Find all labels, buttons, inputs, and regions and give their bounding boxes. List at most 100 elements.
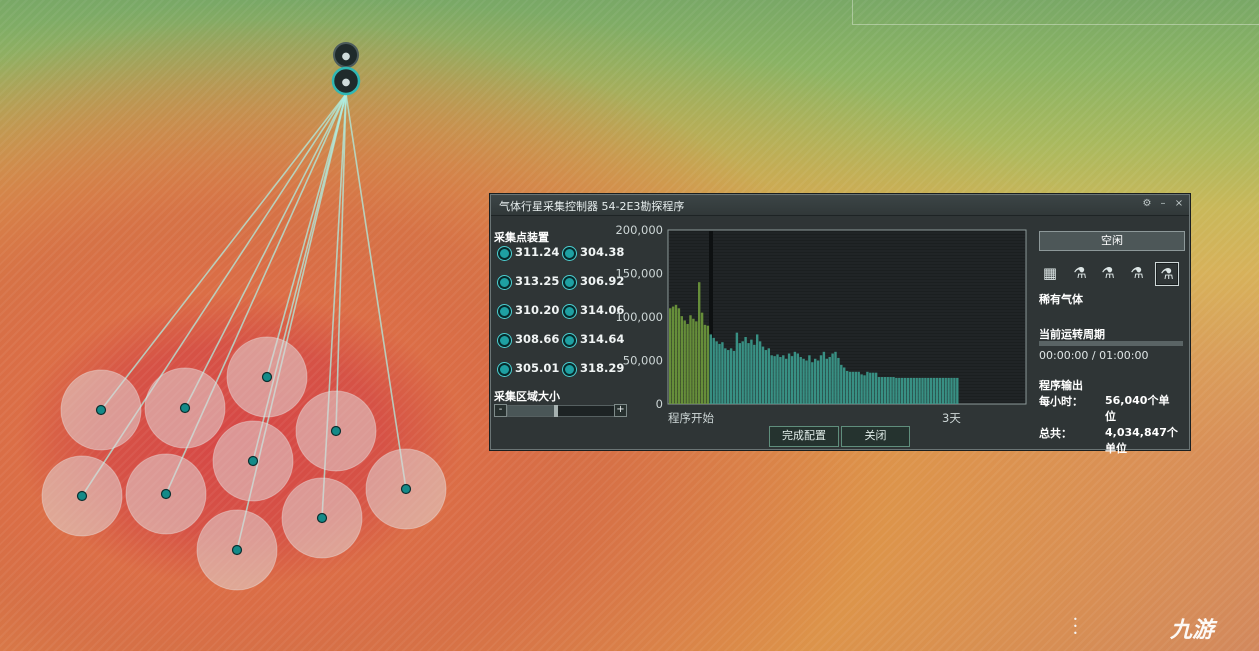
chart-bar — [793, 351, 797, 404]
chart-bar — [729, 348, 733, 404]
chart-bar — [909, 377, 913, 404]
y-tick-label: 100,000 — [615, 310, 663, 324]
chart-bar — [816, 360, 820, 404]
map-probe[interactable] — [60, 369, 142, 451]
probe-head-icon[interactable] — [330, 425, 342, 437]
chart-bar — [947, 377, 950, 404]
probe-head-icon[interactable] — [231, 544, 243, 556]
probe-head-icon[interactable] — [160, 488, 172, 500]
probe-head-icon[interactable] — [316, 512, 328, 524]
total-value: 4,034,847个单位 — [1105, 426, 1178, 455]
chart-bar — [898, 377, 901, 404]
area-size-fill — [508, 406, 556, 416]
finish-config-button[interactable]: 完成配置 — [769, 426, 839, 447]
chart-bar — [721, 342, 724, 404]
yield-chart: 200,000 150,000 100,000 50,000 0 程序开始 3天 — [615, 223, 1027, 425]
chart-bar — [834, 351, 837, 404]
chart-bar — [735, 332, 739, 404]
probe-head-icon[interactable] — [261, 371, 273, 383]
chart-bar — [828, 357, 831, 404]
chart-bar — [787, 353, 791, 404]
area-size-minus-button[interactable]: - — [494, 404, 507, 417]
area-size-slider[interactable]: - + — [494, 404, 627, 417]
probe-icon — [498, 247, 511, 260]
map-probe[interactable] — [125, 453, 207, 535]
chart-bar — [732, 350, 736, 404]
settings-icon[interactable]: ⚙ — [1141, 198, 1153, 209]
gas-name: 稀有气体 — [1039, 293, 1083, 306]
chart-bar — [744, 337, 747, 404]
chart-bar — [761, 346, 765, 404]
cycle-progress-bar — [1039, 341, 1183, 346]
chart-bar — [872, 372, 875, 404]
chart-bar — [901, 377, 904, 404]
chart-bar — [866, 371, 869, 404]
probe-link-line — [266, 93, 347, 378]
chart-bar — [892, 377, 895, 404]
area-size-track[interactable] — [507, 405, 615, 417]
chart-bar — [854, 371, 857, 404]
gas-canister-icon-2[interactable]: ⚗ — [1097, 262, 1119, 284]
chart-bar — [764, 350, 768, 404]
chart-bar — [686, 323, 689, 404]
extractor-control-unit[interactable]: ● ● — [331, 42, 361, 96]
probe-head-icon[interactable] — [179, 402, 191, 414]
area-size-label: 采集区域大小 — [494, 390, 560, 403]
chart-bar — [822, 351, 826, 404]
chart-bar — [903, 377, 907, 404]
chart-bar — [857, 371, 860, 404]
chart-bar — [941, 377, 944, 404]
gas-canister-icon-3[interactable]: ⚗ — [1126, 262, 1148, 284]
probe-head-icon[interactable] — [76, 490, 88, 502]
chart-bar — [935, 377, 939, 404]
map-probe[interactable] — [196, 509, 278, 591]
watermark-logo: 九游 — [1170, 618, 1215, 643]
map-probe[interactable] — [365, 448, 447, 530]
chart-bar — [753, 344, 756, 404]
probe-icon — [563, 334, 576, 347]
probe-head-icon[interactable] — [247, 455, 259, 467]
map-probe[interactable] — [281, 477, 363, 559]
window-titlebar[interactable]: 气体行星采集控制器 54-2E3勘探程序 ⚙ – × — [491, 195, 1189, 216]
map-probe[interactable] — [226, 336, 308, 418]
map-probe[interactable] — [144, 367, 226, 449]
chart-bar — [770, 355, 773, 404]
chart-bar — [886, 377, 889, 404]
gas-canister-icon-4[interactable]: ⚗ — [1155, 262, 1179, 286]
chart-bar — [695, 321, 698, 404]
chart-bar — [863, 375, 866, 404]
chart-bar — [808, 355, 811, 404]
chart-bar — [848, 371, 852, 404]
chart-bar — [790, 356, 794, 404]
probe-icon — [563, 305, 576, 318]
chart-bar — [877, 377, 881, 404]
probe-icon — [563, 276, 576, 289]
probe-icon — [563, 363, 576, 376]
area-size-handle[interactable] — [553, 405, 558, 417]
chart-bar — [843, 367, 846, 404]
close-icon[interactable]: × — [1173, 198, 1185, 209]
status-idle-button[interactable]: 空闲 — [1039, 231, 1185, 251]
map-probe[interactable] — [41, 455, 123, 537]
minimize-icon[interactable]: – — [1157, 198, 1169, 209]
y-tick-label: 0 — [656, 397, 663, 411]
svg-text:●: ● — [342, 51, 351, 62]
chart-bar — [727, 350, 730, 404]
chart-bar — [895, 377, 898, 404]
chart-bar — [883, 377, 886, 404]
chart-bar — [712, 337, 715, 404]
watermark-dots: • • • — [1073, 615, 1078, 638]
probe-head-icon[interactable] — [400, 483, 412, 495]
map-probe[interactable] — [295, 390, 377, 472]
rare-gas-icon[interactable]: ▦ — [1039, 262, 1061, 284]
map-probe[interactable] — [212, 420, 294, 502]
gas-canister-icon-1[interactable]: ⚗ — [1069, 262, 1091, 284]
per-hour-value: 56,040个单位 — [1105, 394, 1170, 423]
chart-bar — [906, 377, 910, 404]
chart-bar — [796, 353, 799, 404]
chart-bar — [750, 339, 753, 404]
chart-bar — [932, 377, 936, 404]
probe-head-icon[interactable] — [95, 404, 107, 416]
close-button[interactable]: 关闭 — [841, 426, 910, 447]
chart-bar — [950, 377, 953, 404]
